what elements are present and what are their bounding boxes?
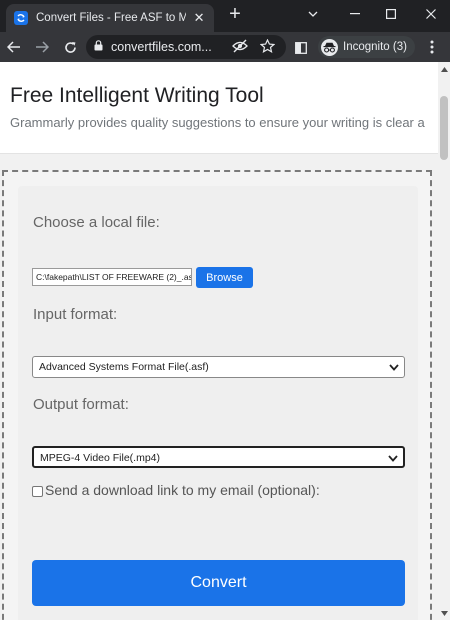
- reload-icon[interactable]: [58, 35, 82, 59]
- browser-tab-bar: Convert Files - Free ASF to MP4 c ✕ +: [0, 0, 450, 32]
- file-path-field[interactable]: C:\fakepath\LIST OF FREEWARE (2)_.asf: [32, 268, 192, 286]
- maximize-icon[interactable]: [374, 0, 408, 28]
- convert-button[interactable]: Convert: [32, 560, 405, 606]
- address-bar[interactable]: convertfiles.com...: [86, 35, 286, 59]
- output-format-label: Output format:: [33, 396, 129, 413]
- incognito-badge[interactable]: Incognito (3): [318, 36, 415, 58]
- scroll-up-arrow-icon[interactable]: [438, 62, 450, 76]
- minimize-icon[interactable]: [338, 0, 372, 28]
- chevron-down-icon: [389, 362, 399, 374]
- browser-tab[interactable]: Convert Files - Free ASF to MP4 c ✕: [6, 4, 214, 32]
- page-scrollbar[interactable]: [438, 62, 450, 620]
- input-format-label: Input format:: [33, 306, 118, 323]
- forward-arrow-icon[interactable]: [30, 35, 54, 59]
- ad-banner[interactable]: Free Intelligent Writing Tool Grammarly …: [0, 62, 438, 154]
- converter-form: Choose a local file: C:\fakepath\LIST OF…: [18, 186, 418, 620]
- output-format-select[interactable]: MPEG-4 Video File(.mp4): [32, 446, 405, 468]
- browse-button[interactable]: Browse: [196, 267, 253, 288]
- converter-dropzone: Choose a local file: C:\fakepath\LIST OF…: [2, 170, 432, 620]
- incognito-icon: [321, 38, 338, 56]
- incognito-label: Incognito (3): [343, 41, 407, 53]
- convertfiles-favicon-icon: [14, 11, 28, 25]
- tab-search-chevron-icon[interactable]: [296, 0, 330, 28]
- tab-title: Convert Files - Free ASF to MP4 c: [36, 12, 187, 24]
- close-icon[interactable]: ✕: [192, 10, 206, 26]
- output-format-value: MPEG-4 Video File(.mp4): [40, 452, 161, 464]
- kebab-menu-icon[interactable]: [430, 40, 434, 59]
- scrollbar-thumb[interactable]: [440, 96, 448, 160]
- window-close-icon[interactable]: [414, 0, 448, 28]
- email-link-label[interactable]: Send a download link to my email (option…: [45, 482, 320, 498]
- back-arrow-icon[interactable]: [2, 35, 26, 59]
- browser-toolbar: convertfiles.com... Incognito (3): [0, 32, 450, 62]
- page-viewport: Free Intelligent Writing Tool Grammarly …: [0, 62, 438, 620]
- scroll-down-arrow-icon[interactable]: [438, 606, 450, 620]
- chevron-down-icon: [388, 453, 398, 465]
- input-format-select[interactable]: Advanced Systems Format File(.asf): [32, 356, 405, 378]
- input-format-value: Advanced Systems Format File(.asf): [39, 361, 209, 373]
- ad-subtitle: Grammarly provides quality suggestions t…: [10, 115, 425, 130]
- plus-icon[interactable]: +: [224, 4, 246, 26]
- url-text: convertfiles.com...: [111, 40, 212, 54]
- lock-icon[interactable]: [94, 38, 103, 56]
- email-link-checkbox[interactable]: [32, 486, 43, 497]
- ad-title[interactable]: Free Intelligent Writing Tool: [10, 84, 264, 108]
- choose-file-label: Choose a local file:: [33, 214, 160, 231]
- bookmark-star-icon[interactable]: [259, 38, 276, 58]
- side-panel-icon[interactable]: [295, 41, 307, 59]
- tracking-blocked-icon[interactable]: [232, 39, 248, 58]
